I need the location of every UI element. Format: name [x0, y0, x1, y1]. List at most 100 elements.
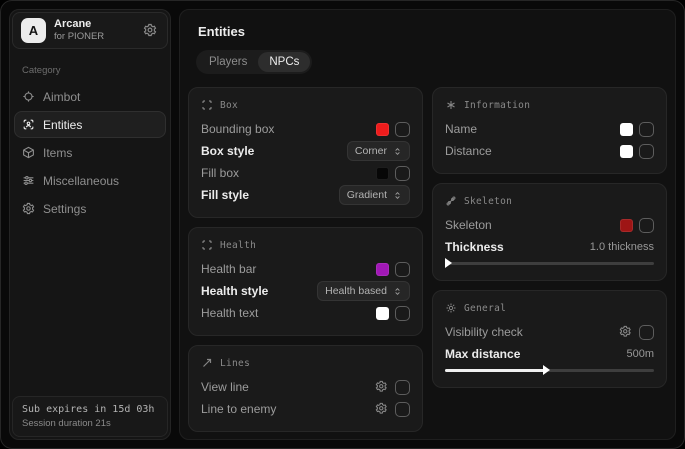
app-logo-letter: A	[29, 23, 38, 38]
app-logo: A	[21, 18, 46, 43]
row-label: Box style	[201, 144, 254, 158]
visibility-check-settings-button[interactable]	[619, 325, 633, 339]
card-title: Lines	[220, 358, 250, 369]
max-distance-row: Max distance 500m	[445, 344, 654, 364]
health-text-checkbox[interactable]	[395, 306, 410, 321]
skeleton-color-swatch[interactable]	[620, 219, 633, 232]
distance-color-swatch[interactable]	[620, 145, 633, 158]
name-color-swatch[interactable]	[620, 123, 633, 136]
skeleton-row: Skeleton	[445, 214, 654, 236]
app-header: A Arcane for PIONER	[12, 12, 168, 49]
skeleton-checkbox[interactable]	[639, 218, 654, 233]
sub-expiry-text: Sub expires in 15d 03h	[22, 404, 158, 415]
unfold-icon	[393, 147, 402, 156]
row-controls	[375, 380, 410, 395]
information-card-header: Information	[445, 99, 654, 111]
sidebar-item-label: Settings	[43, 202, 86, 216]
visibility-check-row: Visibility check	[445, 321, 654, 343]
left-column: Box Bounding box Box style Corner	[188, 87, 423, 432]
gear-icon	[22, 202, 35, 215]
fill-box-checkbox[interactable]	[395, 166, 410, 181]
sidebar-item-aimbot[interactable]: Aimbot	[14, 83, 166, 110]
box-card: Box Bounding box Box style Corner	[188, 87, 423, 218]
sidebar-item-miscellaneous[interactable]: Miscellaneous	[14, 167, 166, 194]
gear-icon	[143, 23, 157, 39]
subscription-info: Sub expires in 15d 03h Session duration …	[12, 396, 168, 437]
thickness-slider-handle[interactable]	[445, 258, 452, 268]
line-to-enemy-checkbox[interactable]	[395, 402, 410, 417]
health-bar-color-swatch[interactable]	[376, 263, 389, 276]
dropdown-value: Health based	[325, 285, 387, 297]
sidebar-item-items[interactable]: Items	[14, 139, 166, 166]
app-subtitle: for PIONER	[54, 32, 104, 43]
main-panel: Entities Players NPCs Box Bounding box	[179, 9, 676, 440]
general-card-header: General	[445, 302, 654, 314]
slider-track[interactable]	[445, 262, 654, 265]
row-label: Visibility check	[445, 325, 523, 339]
unfold-icon	[393, 287, 402, 296]
max-distance-slider[interactable]	[445, 365, 654, 376]
app-meta: Arcane for PIONER	[54, 18, 104, 43]
tab-npcs[interactable]: NPCs	[258, 52, 310, 72]
gear-icon	[375, 380, 388, 394]
sidebar-item-entities[interactable]: Entities	[14, 111, 166, 138]
slider-fill	[445, 369, 545, 372]
fill-box-color-swatch[interactable]	[376, 167, 389, 180]
dropdown-value: Corner	[355, 145, 387, 157]
cards-grid: Box Bounding box Box style Corner	[188, 87, 667, 432]
distance-checkbox[interactable]	[639, 144, 654, 159]
crosshair-icon	[22, 90, 35, 103]
health-bar-checkbox[interactable]	[395, 262, 410, 277]
row-controls	[619, 325, 654, 340]
skeleton-card: Skeleton Skeleton Thickness 1.0 thicknes…	[432, 183, 667, 281]
unfold-icon	[393, 191, 402, 200]
health-text-row: Health text	[201, 302, 410, 324]
lines-card: Lines View line	[188, 345, 423, 432]
cube-icon	[22, 146, 35, 159]
max-distance-value: 500m	[626, 348, 654, 360]
row-label: Bounding box	[201, 122, 274, 136]
name-checkbox[interactable]	[639, 122, 654, 137]
view-line-settings-button[interactable]	[375, 380, 389, 394]
health-text-color-swatch[interactable]	[376, 307, 389, 320]
general-card: General Visibility check	[432, 290, 667, 388]
line-to-enemy-row: Line to enemy	[201, 398, 410, 420]
tab-bar: Players NPCs	[196, 50, 312, 74]
information-card: Information Name Distance	[432, 87, 667, 174]
lines-card-header: Lines	[201, 357, 410, 369]
box-style-dropdown[interactable]: Corner	[347, 141, 410, 161]
line-to-enemy-settings-button[interactable]	[375, 402, 389, 416]
gear-icon	[375, 402, 388, 416]
visibility-check-checkbox[interactable]	[639, 325, 654, 340]
fill-style-dropdown[interactable]: Gradient	[339, 185, 410, 205]
card-title: Health	[220, 240, 256, 251]
tab-players[interactable]: Players	[198, 52, 258, 72]
sidebar-item-settings[interactable]: Settings	[14, 195, 166, 222]
gear-icon	[619, 325, 632, 339]
row-label: Fill style	[201, 188, 249, 202]
right-column: Information Name Distance	[432, 87, 667, 388]
view-line-checkbox[interactable]	[395, 380, 410, 395]
box-style-row: Box style Corner	[201, 140, 410, 162]
bounding-box-checkbox[interactable]	[395, 122, 410, 137]
header-gear-button[interactable]	[143, 23, 159, 39]
sun-icon	[445, 302, 457, 314]
sidebar-item-label: Entities	[43, 118, 82, 132]
bounding-box-color-swatch[interactable]	[376, 123, 389, 136]
max-distance-slider-handle[interactable]	[543, 365, 550, 375]
health-style-dropdown[interactable]: Health based	[317, 281, 410, 301]
card-title: General	[464, 303, 506, 314]
row-label: Name	[445, 122, 477, 136]
row-label: View line	[201, 380, 249, 394]
fill-box-row: Fill box	[201, 162, 410, 184]
card-title: Skeleton	[464, 196, 512, 207]
sliders-icon	[22, 174, 35, 187]
row-controls	[376, 262, 410, 277]
category-label: Category	[22, 65, 166, 76]
health-bar-row: Health bar	[201, 258, 410, 280]
bounding-box-row: Bounding box	[201, 118, 410, 140]
row-controls	[376, 166, 410, 181]
row-controls	[620, 144, 654, 159]
thickness-slider[interactable]	[445, 258, 654, 269]
skeleton-card-header: Skeleton	[445, 195, 654, 207]
